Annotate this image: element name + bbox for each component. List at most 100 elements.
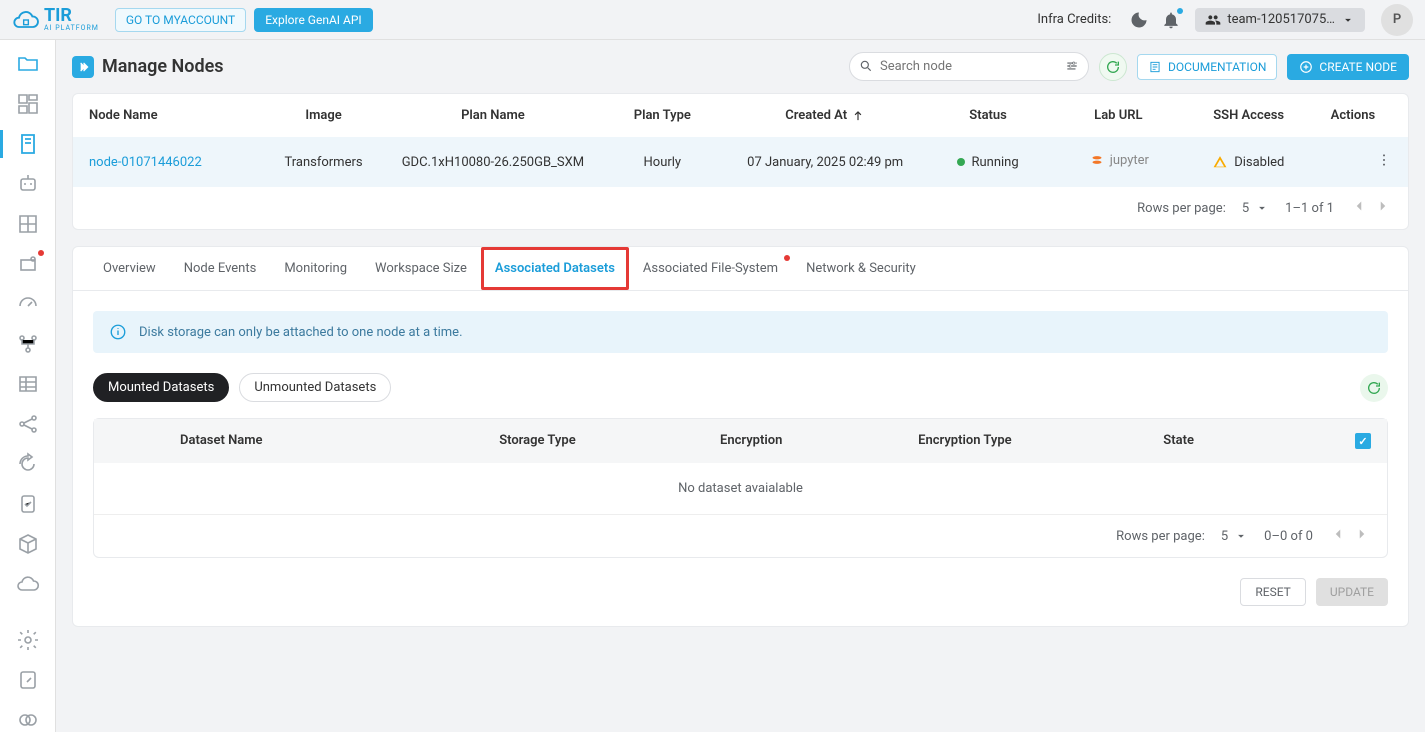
tab-associated-datasets[interactable]: Associated Datasets xyxy=(481,247,629,290)
sidebar-clipboard-icon[interactable] xyxy=(16,492,40,516)
plus-icon xyxy=(1299,60,1313,74)
cell-image: Transformers xyxy=(258,155,388,170)
more-vert-icon xyxy=(1376,152,1392,168)
tab-workspace-size[interactable]: Workspace Size xyxy=(361,247,481,290)
sidebar xyxy=(0,40,56,732)
node-row: node-01071446022 Transformers GDC.1xH100… xyxy=(73,137,1408,187)
ds-th-encryption: Encryption xyxy=(644,433,858,449)
sidebar-container-icon[interactable] xyxy=(16,252,40,276)
logo[interactable]: TIR AI PLATFORM xyxy=(12,6,99,34)
search-icon xyxy=(859,59,873,77)
sidebar-dashboard-icon[interactable] xyxy=(16,92,40,116)
info-banner: Disk storage can only be attached to one… xyxy=(93,311,1388,353)
ds-rpp-label: Rows per page: xyxy=(1116,529,1205,544)
page-range: 1–1 of 1 xyxy=(1285,201,1334,216)
group-icon xyxy=(1205,12,1221,28)
sidebar-speed-icon[interactable] xyxy=(16,292,40,316)
warning-icon xyxy=(1213,155,1227,169)
update-button[interactable]: UPDATE xyxy=(1316,578,1388,606)
info-icon xyxy=(109,323,127,341)
sidebar-settings-icon[interactable] xyxy=(16,628,40,652)
reset-button[interactable]: RESET xyxy=(1240,578,1305,606)
th-actions: Actions xyxy=(1314,108,1392,123)
logo-text: TIR xyxy=(44,7,99,25)
filter-icon[interactable] xyxy=(1065,59,1079,77)
rows-per-page-select[interactable]: 5 xyxy=(1242,201,1269,216)
page-title: Manage Nodes xyxy=(102,56,224,77)
sidebar-docs-icon[interactable] xyxy=(16,668,40,692)
tab-network-security[interactable]: Network & Security xyxy=(792,247,930,290)
docs-icon xyxy=(1148,60,1162,74)
documentation-button[interactable]: DOCUMENTATION xyxy=(1137,54,1277,80)
info-text: Disk storage can only be attached to one… xyxy=(139,325,463,340)
cell-created: 07 January, 2025 02:49 pm xyxy=(727,155,922,170)
ds-rpp-select[interactable]: 5 xyxy=(1221,529,1248,544)
th-image: Image xyxy=(258,108,388,123)
ds-range: 0–0 of 0 xyxy=(1264,529,1313,544)
search-input[interactable] xyxy=(849,52,1089,81)
prev-page-button[interactable] xyxy=(1350,197,1368,219)
cell-lab[interactable]: jupyter xyxy=(1053,151,1183,173)
chevron-down-icon xyxy=(1234,529,1248,543)
create-node-label: CREATE NODE xyxy=(1319,60,1397,74)
rows-per-page-label: Rows per page: xyxy=(1137,201,1226,216)
refresh-datasets-button[interactable] xyxy=(1360,374,1388,402)
sort-asc-icon xyxy=(851,109,865,123)
th-created[interactable]: Created At xyxy=(727,108,922,123)
team-selector[interactable]: team-120517075… xyxy=(1195,8,1365,32)
myaccount-button[interactable]: GO TO MYACCOUNT xyxy=(115,8,246,32)
search-container xyxy=(849,52,1089,81)
sidebar-cloud-icon[interactable] xyxy=(16,572,40,596)
th-plan-type: Plan Type xyxy=(597,108,727,123)
jupyter-icon xyxy=(1088,151,1106,169)
next-page-button[interactable] xyxy=(1374,197,1392,219)
tab-monitoring[interactable]: Monitoring xyxy=(270,247,361,290)
th-ssh: SSH Access xyxy=(1184,108,1314,123)
tab-overview[interactable]: Overview xyxy=(89,247,170,290)
sidebar-robot-icon[interactable] xyxy=(16,172,40,196)
ds-prev-page[interactable] xyxy=(1329,525,1347,547)
th-node-name: Node Name xyxy=(89,108,258,123)
user-avatar[interactable]: P xyxy=(1381,4,1413,36)
th-lab: Lab URL xyxy=(1053,108,1183,123)
pill-mounted-datasets[interactable]: Mounted Datasets xyxy=(93,373,229,402)
refresh-button[interactable] xyxy=(1099,53,1127,81)
sidebar-share-icon[interactable] xyxy=(16,412,40,436)
sidebar-refresh-icon[interactable] xyxy=(16,452,40,476)
notifications-icon[interactable] xyxy=(1161,10,1181,30)
sidebar-table-icon[interactable] xyxy=(16,372,40,396)
cloud-logo-icon xyxy=(12,6,40,34)
chevron-down-icon xyxy=(1341,13,1355,27)
ds-next-page[interactable] xyxy=(1353,525,1371,547)
cell-plan: GDC.1xH10080-26.250GB_SXM xyxy=(389,155,597,170)
chevron-down-icon xyxy=(1255,201,1269,215)
sidebar-grid-icon[interactable] xyxy=(16,212,40,236)
team-name: team-120517075… xyxy=(1227,12,1335,27)
ds-th-state: State xyxy=(1072,433,1286,449)
documentation-label: DOCUMENTATION xyxy=(1168,60,1266,74)
cell-status: Running xyxy=(923,155,1053,170)
tab-associated-filesystem[interactable]: Associated File-System xyxy=(629,247,792,290)
create-node-button[interactable]: CREATE NODE xyxy=(1287,54,1409,80)
cell-plan-type: Hourly xyxy=(597,155,727,170)
pill-unmounted-datasets[interactable]: Unmounted Datasets xyxy=(239,373,391,402)
sidebar-overlap-icon[interactable] xyxy=(16,708,40,732)
sidebar-folder-icon[interactable] xyxy=(16,52,40,76)
th-status: Status xyxy=(923,108,1053,123)
logo-sub: AI PLATFORM xyxy=(44,25,99,32)
sidebar-nodes-icon[interactable] xyxy=(16,132,40,156)
select-all-checkbox[interactable]: ✓ xyxy=(1355,433,1371,449)
empty-message: No dataset avaialable xyxy=(94,463,1387,514)
ds-th-storage: Storage Type xyxy=(431,433,645,449)
sidebar-pipeline-icon[interactable] xyxy=(16,332,40,356)
expand-sidebar-button[interactable] xyxy=(72,56,94,78)
row-actions-menu[interactable] xyxy=(1314,152,1392,172)
ds-th-name: Dataset Name xyxy=(110,433,431,449)
sidebar-cube-icon[interactable] xyxy=(16,532,40,556)
node-name-link[interactable]: node-01071446022 xyxy=(89,155,202,170)
ds-th-enc-type: Encryption Type xyxy=(858,433,1072,449)
theme-toggle-icon[interactable] xyxy=(1129,10,1149,30)
tab-node-events[interactable]: Node Events xyxy=(170,247,271,290)
explore-genai-button[interactable]: Explore GenAI API xyxy=(254,8,372,32)
infra-credits-label: Infra Credits: xyxy=(1037,12,1111,27)
